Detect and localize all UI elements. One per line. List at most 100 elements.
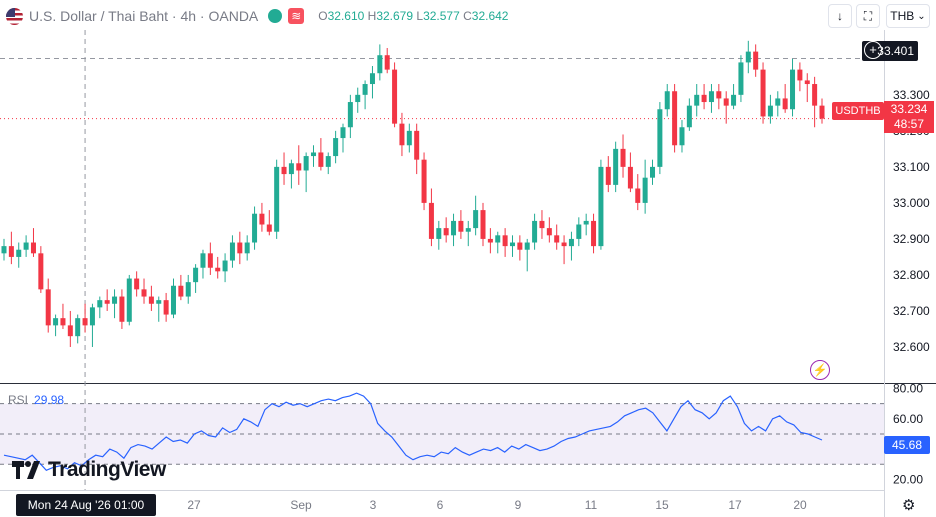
candle	[185, 274, 191, 304]
candle	[392, 62, 398, 128]
candle	[465, 220, 471, 247]
candle	[252, 206, 258, 250]
price-tick-label: 33.000	[893, 196, 930, 210]
candle	[605, 156, 611, 193]
candle	[399, 112, 405, 157]
time-tick-label: 15	[655, 498, 669, 512]
time-tick-label: 3	[370, 498, 377, 512]
candle	[414, 123, 420, 175]
current-price: 33.234	[890, 102, 928, 116]
candle	[745, 40, 751, 74]
price-tick-label: 32.900	[893, 232, 930, 246]
rsi-tick-label: 20.00	[893, 472, 923, 486]
time-tick-label: 11	[585, 498, 598, 512]
candle	[75, 314, 81, 344]
time-tick-label: 17	[728, 498, 742, 512]
candle	[384, 48, 390, 74]
candle	[119, 289, 125, 329]
candle	[502, 228, 508, 257]
candle	[819, 98, 825, 124]
candle	[686, 98, 692, 131]
add-alert-plus-icon[interactable]: +	[864, 41, 882, 59]
rsi-tick-label: 60.00	[893, 412, 923, 426]
price-tick-label: 33.300	[893, 88, 930, 102]
candle	[207, 242, 213, 275]
candle	[738, 55, 744, 103]
candle	[237, 231, 243, 265]
candle	[620, 134, 626, 178]
rsi-legend[interactable]: RSI 29.98	[8, 393, 64, 407]
candles	[1, 40, 825, 347]
candle	[200, 249, 206, 279]
candle	[82, 303, 88, 333]
candle	[8, 231, 14, 265]
candle	[163, 292, 169, 322]
candle	[1, 238, 7, 261]
candle	[333, 130, 339, 164]
candle	[517, 235, 523, 261]
candle	[134, 271, 140, 297]
gear-icon[interactable]: ⚙	[902, 496, 915, 514]
candle	[325, 152, 331, 175]
candle	[443, 217, 449, 243]
candle	[16, 242, 22, 268]
candle	[458, 210, 464, 239]
candle	[38, 246, 44, 293]
candle	[97, 296, 103, 319]
candle	[635, 174, 641, 211]
candle	[598, 159, 604, 250]
candle	[428, 188, 434, 247]
candle	[340, 123, 346, 153]
candle	[244, 235, 250, 261]
candle	[259, 202, 265, 232]
candle	[222, 253, 228, 283]
candle	[303, 152, 309, 193]
candle	[178, 274, 184, 301]
tradingview-logo[interactable]: TradingView	[12, 458, 166, 482]
price-chart[interactable]: 33.30033.20033.10033.00032.90032.80032.7…	[0, 0, 936, 517]
candle	[30, 228, 36, 257]
candle	[509, 235, 515, 257]
candle	[89, 303, 95, 347]
candle	[495, 231, 501, 254]
candle	[281, 152, 287, 185]
candle	[406, 123, 412, 153]
candle	[701, 84, 707, 110]
candle	[679, 120, 685, 153]
candle	[45, 278, 51, 333]
candle	[804, 73, 810, 103]
candle	[60, 303, 66, 329]
candle	[347, 94, 353, 139]
candle	[104, 289, 110, 311]
candle	[296, 145, 302, 185]
lightning-icon[interactable]: ⚡	[810, 360, 830, 380]
candle	[112, 289, 118, 319]
candle	[657, 102, 663, 175]
candle	[215, 256, 221, 279]
candle	[318, 138, 324, 171]
candle	[451, 213, 457, 247]
candle	[274, 159, 280, 239]
symbol-tag: USDTHB	[832, 102, 884, 120]
candle	[436, 220, 442, 250]
brand-name: TradingView	[48, 458, 166, 481]
candle	[649, 159, 656, 185]
time-tick-label: Sep	[290, 498, 312, 512]
candle	[775, 91, 781, 117]
candle	[539, 210, 545, 239]
rsi-tick-label: 80.00	[893, 382, 923, 396]
candle	[362, 80, 368, 110]
candle	[480, 202, 486, 247]
candle	[583, 213, 589, 236]
rsi-axis: 80.0060.0040.0020.00	[893, 382, 923, 487]
time-tick-label: 20	[793, 498, 807, 512]
candle	[311, 145, 317, 167]
candle	[355, 87, 361, 113]
candle	[524, 238, 530, 272]
candle	[591, 213, 597, 254]
rsi-last-label: 45.68	[884, 436, 930, 454]
candle	[421, 152, 427, 211]
price-tick-label: 32.700	[893, 304, 930, 318]
candle	[377, 44, 383, 81]
candle	[627, 152, 633, 193]
